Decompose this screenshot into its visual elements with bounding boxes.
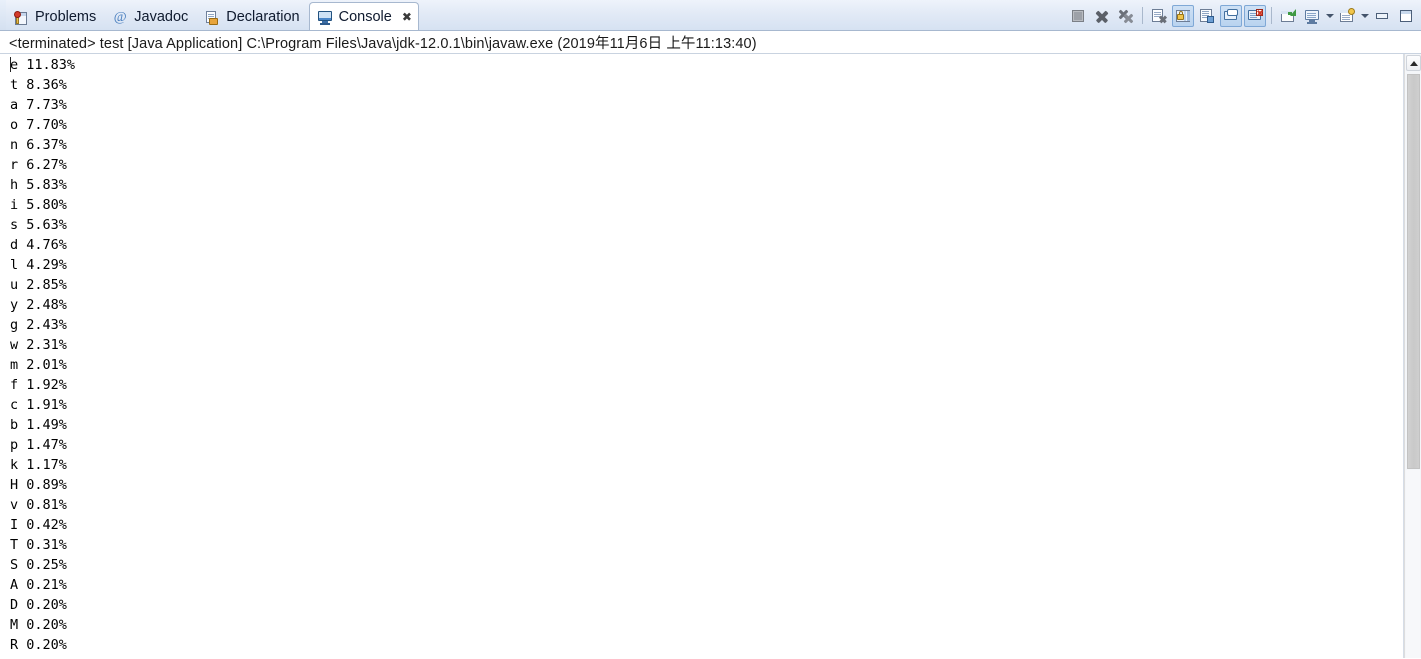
launch-status-text: <terminated> test [Java Application] C:\… [9,35,757,52]
tab-list: Problems @ Javadoc Declaration Console ✖ [6,0,419,30]
console-line: u 2.85% [10,277,67,293]
display-console-dropdown[interactable] [1324,5,1335,27]
console-line: T 0.31% [10,537,67,553]
console-line: n 6.37% [10,137,67,153]
show-console-standard-error-icon [1247,8,1263,24]
display-selected-console-button[interactable] [1301,5,1323,27]
clear-console-button[interactable] [1148,5,1170,27]
console-line: i 5.80% [10,197,67,213]
console-line: S 0.25% [10,557,67,573]
console-line: I 0.42% [10,517,67,533]
console-line: D 0.20% [10,597,67,613]
terminate-button[interactable] [1067,5,1089,27]
view-tab-bar: Problems @ Javadoc Declaration Console ✖ [0,0,1421,31]
console-line: t 8.36% [10,77,67,93]
console-area: e 11.83% t 8.36% a 7.73% o 7.70% n 6.37% r 6.… [0,54,1421,658]
console-line: d 4.76% [10,237,67,253]
console-line: f 1.92% [10,377,67,393]
problems-icon [13,10,29,26]
show-console-on-error-button[interactable] [1244,4,1266,27]
clear-console-icon [1151,8,1167,24]
remove-launch-button[interactable] [1091,5,1113,27]
console-line: c 1.91% [10,397,67,413]
console-line: m 2.01% [10,357,67,373]
console-line: v 0.81% [10,497,67,513]
text-caret [10,57,11,72]
console-line: h 5.83% [10,177,67,193]
scrollbar-thumb[interactable] [1407,74,1420,469]
tab-console[interactable]: Console ✖ [308,2,419,30]
tab-problems[interactable]: Problems [6,5,105,30]
console-line: o 7.70% [10,117,67,133]
console-line: e 11.83% [10,57,76,73]
open-console-button[interactable] [1336,5,1358,27]
scroll-lock-button[interactable] [1172,4,1194,27]
tab-javadoc[interactable]: @ Javadoc [105,5,197,30]
minimize-button[interactable] [1371,5,1393,27]
minimize-icon [1374,8,1390,24]
console-line: r 6.27% [10,157,67,173]
console-line: A 0.21% [10,577,67,593]
console-line: b 1.49% [10,417,67,433]
maximize-button[interactable] [1395,5,1417,27]
word-wrap-icon [1199,8,1215,24]
toolbar-separator-2 [1271,7,1272,24]
display-console-icon [1304,8,1320,24]
remove-x-icon [1094,8,1110,24]
console-line: M 0.20% [10,617,67,633]
stop-icon [1070,8,1086,24]
remove-all-terminated-button[interactable] [1115,5,1137,27]
console-icon [317,9,333,25]
console-line: a 7.73% [10,97,67,113]
console-line: g 2.43% [10,317,67,333]
console-output[interactable]: e 11.83% t 8.36% a 7.73% o 7.70% n 6.37% r 6.… [0,54,1404,658]
console-line: w 2.31% [10,337,67,353]
console-line: y 2.48% [10,297,67,313]
maximize-icon [1398,8,1414,24]
view-toolbar [1066,0,1421,30]
scrollbar-track[interactable] [1406,470,1420,658]
scroll-lock-icon [1175,8,1191,24]
scroll-up-button[interactable] [1406,55,1421,71]
chevron-down-icon [1325,13,1334,18]
tab-problems-label: Problems [35,9,97,26]
open-console-dropdown[interactable] [1359,5,1370,27]
launch-status-line: <terminated> test [Java Application] C:\… [0,31,1421,54]
pin-console-button[interactable] [1277,5,1299,27]
caret-up-icon [1409,60,1418,66]
console-line: l 4.29% [10,257,67,273]
remove-all-x-icon [1118,8,1134,24]
chevron-down-icon [1360,13,1369,18]
console-line: k 1.17% [10,457,67,473]
show-console-on-output-button[interactable] [1220,4,1242,27]
javadoc-icon: @ [113,9,127,25]
tab-console-label: Console [338,8,392,25]
eclipse-console-view: Problems @ Javadoc Declaration Console ✖… [0,0,1421,659]
vertical-scrollbar[interactable] [1404,54,1421,658]
tab-declaration-label: Declaration [226,9,300,26]
pin-console-icon [1280,8,1296,24]
word-wrap-button[interactable] [1196,5,1218,27]
new-console-view-icon [1339,7,1355,24]
console-line: s 5.63% [10,217,67,233]
toolbar-separator-1 [1142,7,1143,24]
tab-declaration[interactable]: Declaration [197,5,308,30]
tab-javadoc-label: Javadoc [134,9,189,26]
declaration-icon [204,10,220,26]
console-line: H 0.89% [10,477,67,493]
tab-close-icon[interactable]: ✖ [402,11,412,23]
console-line: R 0.20% [10,637,67,653]
show-console-standard-out-icon [1223,8,1239,24]
console-line: p 1.47% [10,437,67,453]
